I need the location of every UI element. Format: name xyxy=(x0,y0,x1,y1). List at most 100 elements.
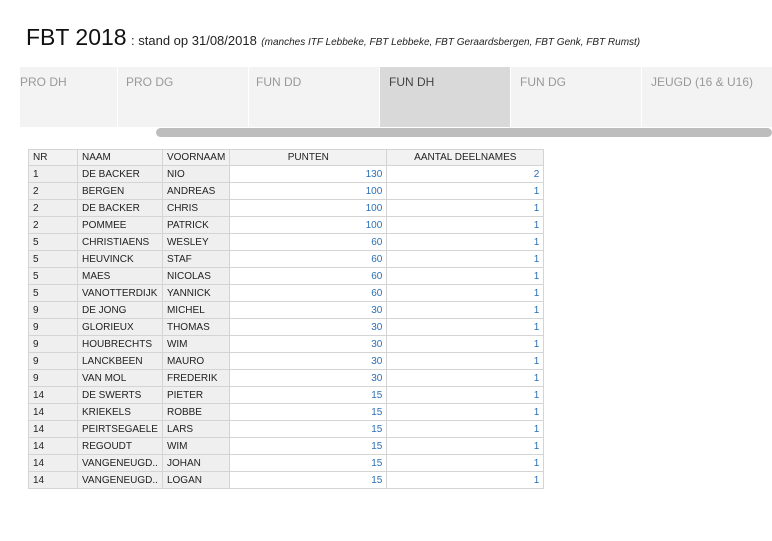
table-row: 9 LANCKBEEN MAURO 30 1 xyxy=(28,352,545,370)
cell-naam: PEIRTSEGAELE xyxy=(77,420,163,438)
column-header-naam: NAAM xyxy=(77,149,163,166)
cell-voornaam: WIM xyxy=(161,437,231,455)
tab-fun-dd[interactable]: FUN DD xyxy=(249,67,380,127)
table-row: 9 HOUBRECHTS WIM 30 1 xyxy=(28,335,545,353)
cell-naam: GLORIEUX xyxy=(77,318,163,336)
cell-nr: 14 xyxy=(28,420,78,438)
column-header-punten: PUNTEN xyxy=(229,149,388,166)
cell-punten: 30 xyxy=(229,352,388,370)
cell-voornaam: MAURO xyxy=(161,352,231,370)
cell-punten: 60 xyxy=(229,284,388,302)
cell-aantal-deelnames: 1 xyxy=(386,335,545,353)
tab-pro-dh[interactable]: PRO DH xyxy=(20,67,118,127)
cell-punten: 15 xyxy=(229,386,388,404)
cell-punten: 60 xyxy=(229,250,388,268)
cell-voornaam: PATRICK xyxy=(161,216,231,234)
cell-naam: VANOTTERDIJK xyxy=(77,284,163,302)
column-header-aantal-deelnames: AANTAL DEELNAMES xyxy=(386,149,545,166)
cell-nr: 9 xyxy=(28,301,78,319)
cell-aantal-deelnames: 1 xyxy=(386,403,545,421)
table-row: 14 KRIEKELS ROBBE 15 1 xyxy=(28,403,545,421)
table-row: 14 VANGENEUGD.. LOGAN 15 1 xyxy=(28,471,545,489)
cell-naam: REGOUDT xyxy=(77,437,163,455)
cell-punten: 15 xyxy=(229,471,388,489)
cell-naam: MAES xyxy=(77,267,163,285)
table-row: 2 POMMEE PATRICK 100 1 xyxy=(28,216,545,234)
cell-nr: 2 xyxy=(28,199,78,217)
cell-voornaam: MICHEL xyxy=(161,301,231,319)
cell-voornaam: JOHAN xyxy=(161,454,231,472)
cell-aantal-deelnames: 1 xyxy=(386,301,545,319)
table-header-row: NR NAAM VOORNAAM PUNTEN AANTAL DEELNAMES xyxy=(28,149,545,166)
page-title: FBT 2018 : stand op 31/08/2018 (manches … xyxy=(26,24,640,51)
cell-voornaam: CHRIS xyxy=(161,199,231,217)
title-note: (manches ITF Lebbeke, FBT Lebbeke, FBT G… xyxy=(261,37,641,48)
cell-aantal-deelnames: 1 xyxy=(386,352,545,370)
cell-nr: 2 xyxy=(28,216,78,234)
cell-naam: VANGENEUGD.. xyxy=(77,471,163,489)
cell-punten: 60 xyxy=(229,233,388,251)
cell-voornaam: FREDERIK xyxy=(161,369,231,387)
cell-aantal-deelnames: 1 xyxy=(386,216,545,234)
cell-voornaam: PIETER xyxy=(161,386,231,404)
tab-label: PRO DG xyxy=(126,75,174,89)
cell-naam: HEUVINCK xyxy=(77,250,163,268)
cell-aantal-deelnames: 1 xyxy=(386,267,545,285)
tab-label: PRO DH xyxy=(20,75,67,89)
ranking-table: NR NAAM VOORNAAM PUNTEN AANTAL DEELNAMES… xyxy=(28,149,545,489)
cell-aantal-deelnames: 2 xyxy=(386,165,545,183)
cell-punten: 30 xyxy=(229,335,388,353)
table-row: 9 GLORIEUX THOMAS 30 1 xyxy=(28,318,545,336)
cell-naam: BERGEN xyxy=(77,182,163,200)
cell-naam: DE BACKER xyxy=(77,199,163,217)
cell-naam: POMMEE xyxy=(77,216,163,234)
horizontal-scrollbar[interactable] xyxy=(20,128,772,137)
cell-aantal-deelnames: 1 xyxy=(386,284,545,302)
cell-aantal-deelnames: 1 xyxy=(386,386,545,404)
cell-punten: 30 xyxy=(229,369,388,387)
cell-punten: 100 xyxy=(229,199,388,217)
cell-nr: 5 xyxy=(28,233,78,251)
cell-aantal-deelnames: 1 xyxy=(386,420,545,438)
cell-nr: 14 xyxy=(28,403,78,421)
sheet-tabs: PRO DH PRO DG FUN DD FUN DH FUN DG JEUGD… xyxy=(20,67,772,127)
tab-pro-dg[interactable]: PRO DG xyxy=(118,67,249,127)
tab-fun-dg[interactable]: FUN DG xyxy=(511,67,642,127)
table-row: 5 MAES NICOLAS 60 1 xyxy=(28,267,545,285)
cell-voornaam: THOMAS xyxy=(161,318,231,336)
cell-punten: 15 xyxy=(229,420,388,438)
title-main: FBT 2018 xyxy=(26,24,127,50)
cell-naam: DE SWERTS xyxy=(77,386,163,404)
cell-nr: 2 xyxy=(28,182,78,200)
table-row: 14 PEIRTSEGAELE LARS 15 1 xyxy=(28,420,545,438)
cell-nr: 14 xyxy=(28,471,78,489)
table-row: 14 DE SWERTS PIETER 15 1 xyxy=(28,386,545,404)
cell-punten: 15 xyxy=(229,437,388,455)
cell-nr: 14 xyxy=(28,437,78,455)
tab-fun-dh[interactable]: FUN DH xyxy=(380,67,511,127)
cell-aantal-deelnames: 1 xyxy=(386,369,545,387)
cell-aantal-deelnames: 1 xyxy=(386,471,545,489)
table-row: 1 DE BACKER NIO 130 2 xyxy=(28,165,545,183)
cell-punten: 30 xyxy=(229,301,388,319)
table-row: 9 DE JONG MICHEL 30 1 xyxy=(28,301,545,319)
tab-label: JEUGD (16 & U16) xyxy=(651,75,754,89)
cell-voornaam: WESLEY xyxy=(161,233,231,251)
cell-naam: HOUBRECHTS xyxy=(77,335,163,353)
scrollbar-thumb[interactable] xyxy=(156,128,772,137)
cell-punten: 100 xyxy=(229,216,388,234)
cell-punten: 15 xyxy=(229,454,388,472)
tab-jeugd[interactable]: JEUGD (16 & U16) xyxy=(642,67,772,127)
cell-aantal-deelnames: 1 xyxy=(386,233,545,251)
table-row: 2 BERGEN ANDREAS 100 1 xyxy=(28,182,545,200)
table-body: 1 DE BACKER NIO 130 2 2 BERGEN ANDREAS 100 1 2 DE B… xyxy=(28,165,545,489)
column-header-voornaam: VOORNAAM xyxy=(161,149,231,166)
cell-nr: 9 xyxy=(28,369,78,387)
tab-label: FUN DD xyxy=(256,75,302,89)
cell-nr: 14 xyxy=(28,454,78,472)
column-header-nr: NR xyxy=(28,149,78,166)
cell-aantal-deelnames: 1 xyxy=(386,250,545,268)
table-row: 2 DE BACKER CHRIS 100 1 xyxy=(28,199,545,217)
cell-voornaam: NICOLAS xyxy=(161,267,231,285)
cell-voornaam: NIO xyxy=(161,165,231,183)
